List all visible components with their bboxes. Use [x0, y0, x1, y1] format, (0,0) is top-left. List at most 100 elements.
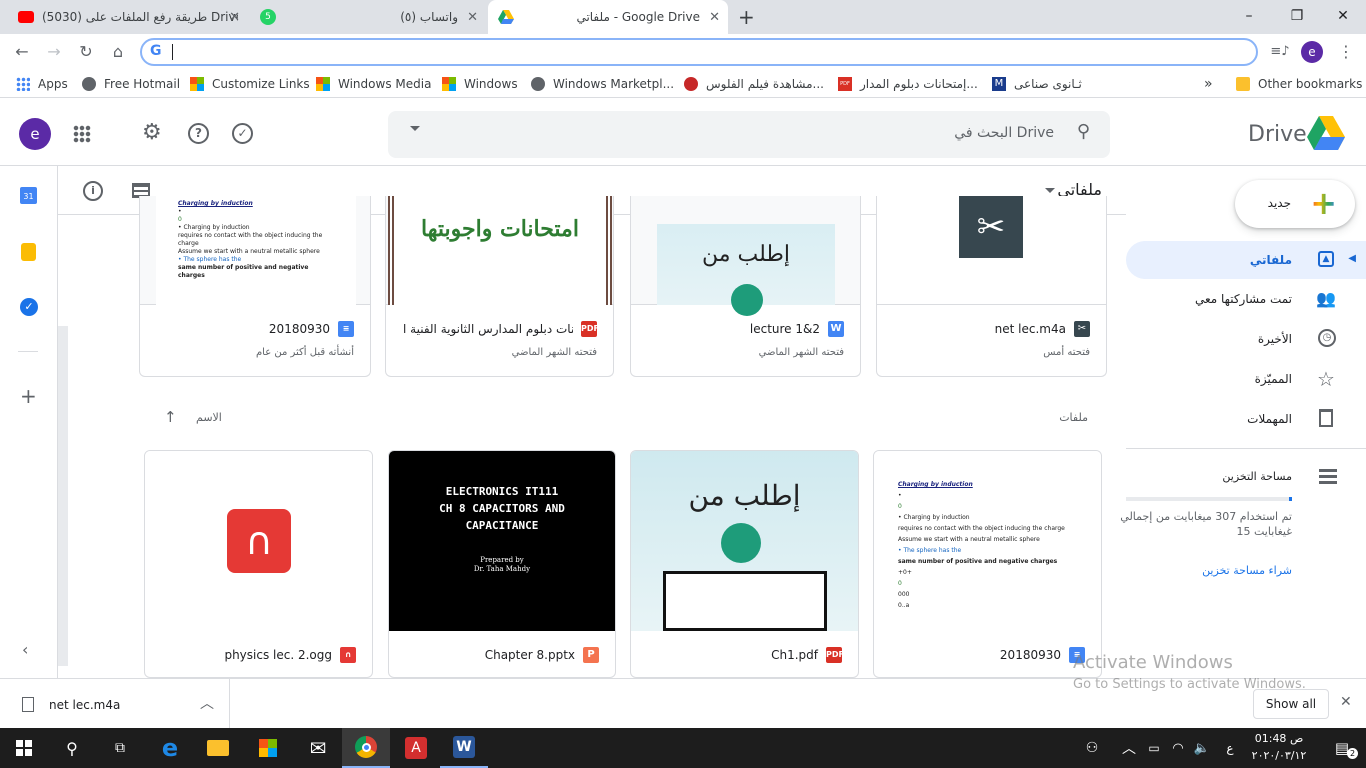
buy-storage-link[interactable]: شراء مساحة تخزين	[1202, 564, 1292, 577]
close-icon[interactable]: ✕	[229, 10, 240, 25]
doc-preview-line: • Charging by induction	[898, 514, 970, 521]
tab-drive[interactable]: ملفاتي - Google Drive ✕	[488, 0, 728, 34]
expand-arrow-icon[interactable]: ◀	[1348, 253, 1356, 264]
show-all-button[interactable]: Show all	[1253, 689, 1329, 719]
chevron-up-icon[interactable]: ︿	[1114, 728, 1144, 768]
nav-trash[interactable]: المهملات	[1126, 401, 1366, 437]
nav-label: المهملات	[1247, 412, 1292, 426]
windows-start-icon[interactable]	[0, 728, 48, 768]
back-button[interactable]: ←	[10, 40, 34, 64]
drive-logo-icon[interactable]	[1307, 116, 1345, 150]
word-icon[interactable]: W	[440, 728, 488, 768]
bookmark-windows-marketplace[interactable]: Windows Marketpl...	[531, 75, 674, 93]
mail-icon[interactable]: ✉	[294, 728, 342, 768]
file-card[interactable]: ELECTRONICS IT111 CH 8 CAPACITORS AND CA…	[388, 450, 616, 678]
account-avatar[interactable]: e	[19, 118, 51, 150]
clock-date[interactable]: ٢٠٢٠/٠٣/١٢	[1244, 749, 1314, 762]
apps-grid-icon[interactable]	[73, 125, 91, 143]
minimize-button[interactable]: –	[1226, 4, 1272, 28]
maximize-button[interactable]: ❐	[1274, 4, 1320, 28]
omnibox[interactable]: G	[140, 38, 1258, 66]
drive-search[interactable]: البحث في Drive ⚲	[388, 111, 1110, 158]
wifi-icon[interactable]: ◠	[1166, 728, 1190, 768]
bookmark-customize-links[interactable]: Customize Links	[190, 75, 310, 93]
store-icon[interactable]	[244, 728, 292, 768]
download-item[interactable]: net lec.m4a ︿	[0, 679, 230, 729]
search-input[interactable]: البحث في Drive	[954, 125, 1054, 141]
tab-youtube[interactable]: (5030) طريقة رفع الملفات على Drive ✕	[8, 0, 248, 34]
notifications-icon[interactable]: ▤ 2	[1318, 728, 1366, 768]
bookmark-apps[interactable]: Apps	[16, 75, 68, 93]
file-card[interactable]: إطلب من Ch1.pdf PDF	[630, 450, 859, 678]
edge-icon[interactable]: e	[146, 728, 194, 768]
search-icon[interactable]: ⚲	[1077, 121, 1090, 142]
nav-recent[interactable]: الأخيرة ◷	[1126, 321, 1366, 357]
doc-preview-line: 000	[898, 591, 910, 598]
menu-icon[interactable]: ⋮	[1334, 40, 1358, 64]
file-card[interactable]: ∩ physics lec. 2.ogg ∩	[144, 450, 373, 678]
task-view-icon[interactable]: ⧉	[96, 728, 144, 768]
help-icon[interactable]: ?	[188, 123, 209, 144]
other-bookmarks[interactable]: Other bookmarks	[1236, 75, 1362, 93]
nav-starred[interactable]: المميّزة ☆	[1126, 361, 1366, 397]
acrobat-icon[interactable]: A	[392, 728, 440, 768]
bookmark-free-hotmail[interactable]: Free Hotmail	[82, 75, 180, 93]
bookmarks-overflow-button[interactable]: »	[1204, 75, 1213, 93]
settings-gear-icon[interactable]: ⚙	[142, 120, 162, 145]
bookmark-windows-media[interactable]: Windows Media	[316, 75, 431, 93]
quick-access-card[interactable]: Charging by induction • 0 • Charging by …	[139, 196, 371, 377]
apps-grid-icon	[16, 77, 30, 91]
chrome-icon[interactable]	[342, 728, 390, 768]
chevron-up-icon[interactable]: ︿	[200, 693, 214, 713]
battery-icon[interactable]: ▭	[1142, 728, 1166, 768]
file-explorer-icon[interactable]	[194, 728, 242, 768]
keep-icon[interactable]	[21, 243, 36, 261]
calendar-icon[interactable]: 31	[20, 187, 37, 204]
sort-by-label[interactable]: الاسم	[196, 411, 222, 424]
bookmarks-bar: Apps Free Hotmail Customize Links Window…	[0, 70, 1366, 98]
forward-button[interactable]: →	[42, 40, 66, 64]
people-icon[interactable]: ⚇	[1072, 728, 1112, 768]
clock-time[interactable]: 01:48 ص	[1244, 732, 1314, 745]
file-card[interactable]: Charging by induction • 0 • Charging by …	[873, 450, 1102, 678]
breadcrumb-dropdown-icon[interactable]	[1045, 188, 1055, 193]
volume-icon[interactable]: 🔈	[1190, 728, 1214, 768]
reload-button[interactable]: ↻	[74, 40, 98, 64]
doc-preview-line: same number of positive and negative cha…	[178, 264, 309, 279]
window-close-button[interactable]: ✕	[1320, 4, 1366, 28]
bookmark-windows[interactable]: Windows	[442, 75, 518, 93]
new-tab-button[interactable]: +	[738, 5, 755, 29]
bookmark-film[interactable]: مشاهدة فيلم الفلوس...	[684, 75, 824, 93]
nav-shared-with-me[interactable]: تمت مشاركتها معي 👥	[1126, 281, 1366, 317]
scrollbar-track[interactable]	[58, 326, 68, 666]
card-thumbnail: Charging by induction • 0 • Charging by …	[140, 196, 370, 305]
language-indicator[interactable]: ع	[1216, 728, 1244, 768]
omnibox-input[interactable]	[172, 44, 173, 60]
quick-access-card[interactable]: إطلب من lecture 1&2 W فتحته الشهر الماضي	[630, 196, 861, 377]
details-info-icon[interactable]: i	[83, 181, 103, 201]
new-button[interactable]: جديد +	[1235, 180, 1355, 228]
close-icon[interactable]: ✕	[709, 10, 720, 25]
bookmark-exams[interactable]: PDF إمتحانات دبلوم المدار...	[838, 75, 978, 93]
sort-direction-icon[interactable]: ↑	[164, 408, 177, 426]
tasks-check-icon[interactable]: ✓	[232, 123, 253, 144]
tasks-icon[interactable]: ✓	[20, 298, 38, 316]
close-icon[interactable]: ✕	[1340, 694, 1352, 710]
bookmark-secondary[interactable]: M ثـانوى صناعى	[992, 75, 1082, 93]
media-control-icon[interactable]: ≡♪	[1268, 40, 1292, 64]
search-icon[interactable]: ⚲	[48, 728, 96, 768]
home-button[interactable]: ⌂	[106, 40, 130, 64]
card-thumbnail: ∩	[145, 451, 372, 631]
add-addon-icon[interactable]: +	[20, 384, 37, 408]
search-options-icon[interactable]	[410, 126, 420, 131]
close-icon[interactable]: ✕	[467, 10, 478, 25]
card-subtitle: أنشأته قبل أكثر من عام	[255, 347, 354, 358]
m-logo-icon: M	[992, 77, 1006, 91]
quick-access-card[interactable]: امتحانات واجوبتها إمتحانات دبلوم المدارس…	[385, 196, 614, 377]
storage-label[interactable]: مساحة التخزين	[1222, 470, 1292, 483]
tab-whatsapp[interactable]: 5 (٥) واتساب ✕	[250, 0, 486, 34]
collapse-panel-icon[interactable]: ‹	[22, 640, 28, 659]
profile-avatar[interactable]: e	[1301, 41, 1323, 63]
nav-my-drive[interactable]: ملفاتي ▲ ◀	[1126, 241, 1366, 279]
quick-access-card[interactable]: ✂ net lec.m4a ✂ فتحته أمس	[876, 196, 1107, 377]
